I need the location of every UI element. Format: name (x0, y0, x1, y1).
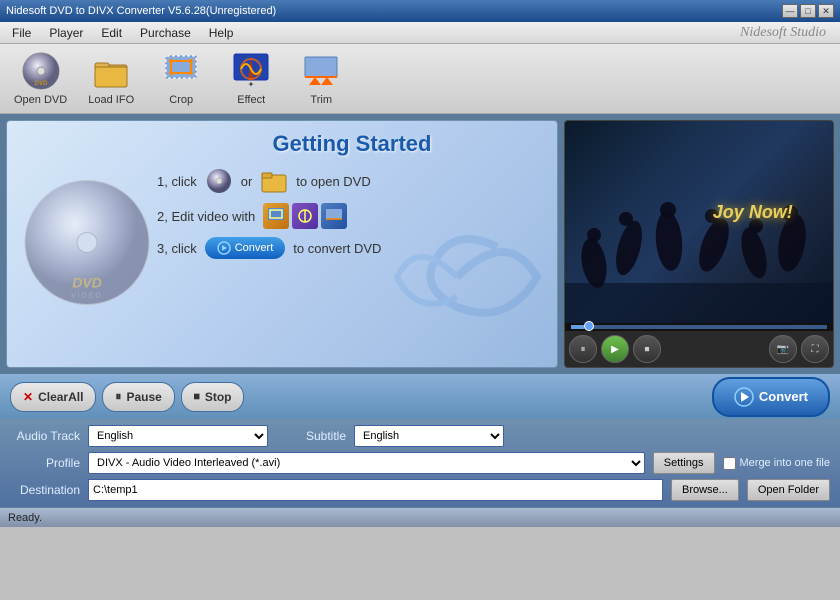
clear-all-button[interactable]: ✕ ClearAll (10, 382, 96, 412)
trim-button[interactable]: Trim (291, 47, 351, 110)
stop-playback-button[interactable]: ⏹ (633, 335, 661, 363)
folder-icon (91, 51, 131, 91)
convert-main-icon (734, 387, 754, 407)
pause-button[interactable]: ⏸ Pause (102, 382, 174, 412)
preview-controls: ⏸ ▶ ⏹ 📷 ⛶ (565, 331, 833, 367)
preview-progress-bar[interactable] (571, 325, 827, 329)
dvd-icon: DVD (21, 51, 61, 91)
stop-button[interactable]: ⏹ Stop (181, 382, 245, 412)
audio-track-label: Audio Track (10, 429, 80, 443)
crop-label: Crop (169, 94, 193, 106)
profile-select[interactable]: DIVX - Audio Video Interleaved (*.avi) (88, 452, 645, 474)
svg-text:DVD: DVD (34, 81, 47, 87)
preview-panel: Joy Now! ⏸ ▶ ⏹ 📷 ⛶ (564, 120, 834, 368)
merge-checkbox[interactable] (723, 457, 736, 470)
open-dvd-button[interactable]: DVD Open DVD (10, 47, 71, 110)
pause-label: Pause (126, 390, 161, 404)
minimize-button[interactable]: — (782, 4, 798, 18)
getting-started-panel: DVD VIDEO Getting Started 1, click or (6, 120, 558, 368)
step1-text: 1, click (157, 174, 197, 189)
action-bar: ✕ ClearAll ⏸ Pause ⏹ Stop Convert (0, 374, 840, 419)
destination-label: Destination (10, 483, 80, 497)
trim-icon (301, 51, 341, 91)
main-content: DVD VIDEO Getting Started 1, click or (0, 114, 840, 374)
open-dvd-label: Open DVD (14, 94, 67, 106)
title-bar: Nidesoft DVD to DIVX Converter V5.6.28(U… (0, 0, 840, 22)
menu-help[interactable]: Help (201, 24, 242, 42)
clearall-label: ClearAll (38, 390, 83, 404)
maximize-button[interactable]: □ (800, 4, 816, 18)
convert-main-label: Convert (759, 389, 808, 404)
menu-bar: File Player Edit Purchase Help Nidesoft … (0, 22, 840, 44)
toolbar: DVD Open DVD Load IFO Crop (0, 44, 840, 114)
stop-label: Stop (205, 390, 232, 404)
menu-purchase[interactable]: Purchase (132, 24, 199, 42)
status-text: Ready. (8, 512, 42, 524)
step1-or: or (241, 174, 253, 189)
audio-track-select[interactable]: English (88, 425, 268, 447)
clearall-x-icon: ✕ (23, 390, 33, 404)
close-button[interactable]: ✕ (818, 4, 834, 18)
menu-items: File Player Edit Purchase Help (4, 24, 241, 42)
silhouettes (565, 123, 833, 323)
crop-icon-small (263, 203, 289, 229)
destination-row: Destination Browse... Open Folder (10, 479, 830, 501)
menu-edit[interactable]: Edit (93, 24, 130, 42)
convert-main-button[interactable]: Convert (712, 377, 830, 417)
load-ifo-button[interactable]: Load IFO (81, 47, 141, 110)
play-button[interactable]: ▶ (601, 335, 629, 363)
effect-label: Effect (237, 94, 265, 106)
convert-icon-small (217, 241, 231, 255)
merge-label[interactable]: Merge into one file (723, 457, 831, 470)
brand-logo: Nidesoft Studio (740, 25, 836, 41)
profile-row: Profile DIVX - Audio Video Interleaved (… (10, 452, 830, 474)
stop-icon: ⏹ (194, 389, 200, 404)
status-bar: Ready. (0, 507, 840, 527)
trim-label: Trim (310, 94, 332, 106)
browse-button[interactable]: Browse... (671, 479, 739, 501)
joy-text: Joy Now! (713, 202, 793, 223)
trim-icon-small (321, 203, 347, 229)
swirl-decoration (357, 177, 557, 368)
effect-icon: ✦ (231, 51, 271, 91)
load-folder-icon-small (260, 167, 288, 195)
subtitle-label: Subtitle (276, 429, 346, 443)
audio-track-row: Audio Track English Subtitle English (10, 425, 830, 447)
settings-area: Audio Track English Subtitle English Pro… (0, 419, 840, 507)
crop-button[interactable]: Crop (151, 47, 211, 110)
load-ifo-label: Load IFO (88, 94, 134, 106)
subtitle-select[interactable]: English (354, 425, 504, 447)
pause-icon: ⏸ (115, 389, 121, 404)
svg-text:✦: ✦ (248, 80, 255, 89)
step2-text: 2, Edit video with (157, 209, 255, 224)
open-folder-button[interactable]: Open Folder (747, 479, 830, 501)
preview-image: Joy Now! (565, 121, 833, 323)
menu-player[interactable]: Player (41, 24, 91, 42)
preview-progress-thumb[interactable] (584, 321, 594, 331)
getting-started-title: Getting Started (157, 131, 547, 157)
settings-button[interactable]: Settings (653, 452, 715, 474)
dvd-decoration: DVD VIDEO (22, 178, 152, 311)
effect-button[interactable]: ✦ Effect (221, 47, 281, 110)
menu-file[interactable]: File (4, 24, 39, 42)
profile-label: Profile (10, 456, 80, 470)
convert-button-inline[interactable]: Convert (205, 237, 286, 259)
effect-icon-small (292, 203, 318, 229)
svg-text:DVD: DVD (72, 275, 102, 291)
step3-text: 3, click (157, 241, 197, 256)
window-controls: — □ ✕ (782, 4, 834, 18)
convert-label-inline: Convert (235, 242, 274, 254)
pause-playback-button[interactable]: ⏸ (569, 335, 597, 363)
svg-text:VIDEO: VIDEO (71, 293, 103, 300)
app-title: Nidesoft DVD to DIVX Converter V5.6.28(U… (6, 5, 276, 17)
destination-input[interactable] (88, 479, 663, 501)
screenshot-button[interactable]: 📷 (769, 335, 797, 363)
edit-icons (263, 203, 347, 229)
preview-progress-fill (571, 325, 584, 329)
fullscreen-button[interactable]: ⛶ (801, 335, 829, 363)
crop-icon (161, 51, 201, 91)
open-dvd-icon-small (205, 167, 233, 195)
